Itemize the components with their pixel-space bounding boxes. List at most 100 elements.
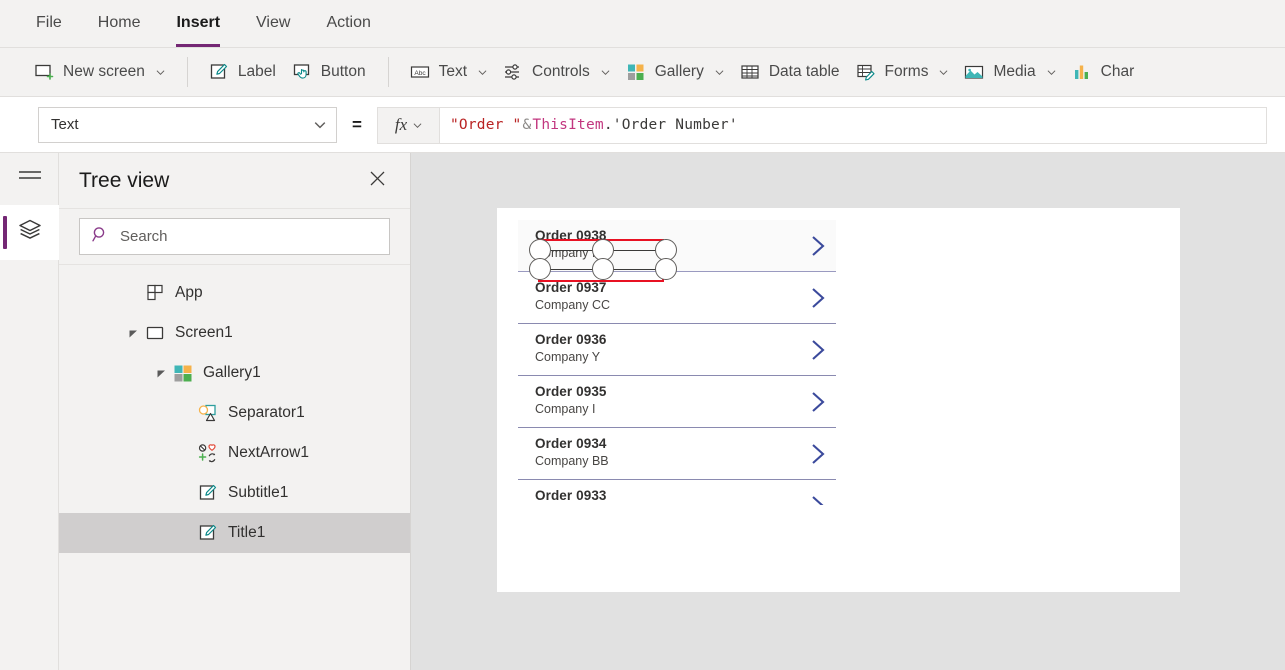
menu-tab-view[interactable]: View (256, 12, 290, 36)
equals-sign: = (352, 115, 362, 134)
hamburger-menu-icon (18, 169, 42, 190)
powerapps-studio-window: File Home Insert View Action New screen (0, 0, 1285, 670)
gallery-item-subtitle[interactable]: Company F (535, 245, 836, 261)
next-arrow-chevron-icon[interactable] (808, 338, 828, 362)
app-icon (145, 283, 165, 303)
tree-view-header: Tree view (59, 153, 410, 209)
new-screen-icon (34, 62, 54, 82)
next-arrow-chevron-icon[interactable] (808, 390, 828, 414)
label-button[interactable]: Label (201, 58, 284, 86)
gallery1-control[interactable]: Order 0938 Company F Order 0937 Company … (518, 220, 836, 560)
text-button[interactable]: Abc Text (402, 58, 495, 86)
fx-button[interactable]: fx (377, 106, 439, 144)
search-input[interactable]: Search (79, 218, 390, 255)
button-button[interactable]: Button (284, 58, 374, 86)
property-dropdown[interactable]: Text (38, 107, 337, 143)
menu-bar: File Home Insert View Action (0, 0, 1285, 48)
close-button[interactable] (364, 168, 390, 194)
button-label: Button (320, 63, 366, 80)
next-arrow-chevron-icon[interactable] (808, 286, 828, 310)
tree-item-screen1[interactable]: Screen1 (59, 313, 410, 353)
gallery-item-subtitle[interactable]: Company CC (535, 297, 836, 313)
forms-button[interactable]: Forms (848, 58, 957, 86)
gallery-item-title[interactable]: Order 0933 (535, 487, 836, 504)
tree-item-app[interactable]: App (59, 273, 410, 313)
gallery-button[interactable]: Gallery (618, 58, 732, 86)
gallery-item-title[interactable]: Order 0936 (535, 331, 836, 348)
tree-item-nextarrow1[interactable]: NextArrow1 (59, 433, 410, 473)
ribbon-group-controls: Abc Text Controls Gallery Data table For… (387, 48, 1157, 96)
data-table-icon (740, 62, 760, 82)
data-table-label: Data table (768, 63, 840, 80)
formula-input[interactable]: "Order " & ThisItem .'Order Number' (439, 106, 1267, 144)
tree-item-label: Title1 (228, 524, 266, 541)
new-screen-label: New screen (63, 63, 145, 80)
svg-text:Abc: Abc (414, 70, 426, 77)
gallery-item-subtitle[interactable]: Company I (535, 401, 836, 417)
expand-caret-icon[interactable] (155, 367, 167, 379)
next-arrow-icon (198, 443, 218, 463)
gallery-item-title[interactable]: Order 0938 (535, 227, 836, 244)
gallery-icon (173, 363, 193, 383)
next-arrow-chevron-icon[interactable] (808, 494, 828, 505)
new-screen-button[interactable]: New screen (26, 58, 173, 86)
search-icon (92, 226, 109, 248)
controls-button[interactable]: Controls (495, 58, 618, 86)
tree-item-subtitle1[interactable]: Subtitle1 (59, 473, 410, 513)
tree-view-title: Tree view (79, 168, 170, 192)
gallery-item[interactable]: Order 0936 Company Y (518, 324, 836, 376)
next-arrow-chevron-icon[interactable] (808, 234, 828, 258)
menu-tab-action[interactable]: Action (326, 12, 370, 36)
formula-token-thisitem: ThisItem (532, 117, 604, 133)
expand-caret-icon[interactable] (127, 327, 139, 339)
ribbon-group-screen: New screen (0, 48, 187, 96)
chevron-down-icon (601, 69, 610, 75)
next-arrow-chevron-icon[interactable] (808, 442, 828, 466)
label-edit-icon (198, 483, 218, 503)
tree-item-title1[interactable]: Title1 (59, 513, 410, 553)
media-label: Media (993, 63, 1036, 80)
chevron-down-icon (413, 122, 422, 128)
tree-item-gallery1[interactable]: Gallery1 (59, 353, 410, 393)
text-abc-icon: Abc (410, 62, 430, 82)
charts-icon (1072, 62, 1092, 82)
menu-tab-home[interactable]: Home (98, 12, 141, 36)
charts-button[interactable]: Char (1064, 58, 1143, 86)
media-image-icon (964, 62, 984, 82)
text-label: Text (438, 63, 468, 80)
hamburger-menu-button[interactable] (0, 153, 59, 205)
tree-item-label: App (175, 284, 203, 301)
gallery-item[interactable]: Order 0937 Company CC (518, 272, 836, 324)
gallery-item-title[interactable]: Order 0934 (535, 435, 836, 452)
separator-icon (198, 403, 218, 423)
formula-token-operator: & (522, 117, 532, 133)
gallery-item[interactable]: Order 0933 (518, 480, 836, 532)
formula-token-property: .'Order Number' (603, 117, 738, 133)
tree-item-label: NextArrow1 (228, 444, 309, 461)
gallery-item-title[interactable]: Order 0935 (535, 383, 836, 400)
gallery-item[interactable]: Order 0938 Company F (518, 220, 836, 272)
gallery-item-title[interactable]: Order 0937 (535, 279, 836, 296)
gallery-item[interactable]: Order 0934 Company BB (518, 428, 836, 480)
app-screen-canvas[interactable]: Order 0938 Company F Order 0937 Company … (497, 208, 1180, 592)
tree-item-label: Screen1 (175, 324, 233, 341)
close-icon (369, 170, 386, 192)
controls-sliders-icon (503, 62, 523, 82)
tree-search-container: Search (59, 209, 410, 265)
label-edit-icon (198, 523, 218, 543)
label-icon (209, 62, 229, 82)
gallery-item-subtitle[interactable]: Company BB (535, 453, 836, 469)
sidebar-item-tree-view[interactable] (0, 205, 59, 260)
controls-label: Controls (532, 63, 590, 80)
gallery-item[interactable]: Order 0935 Company I (518, 376, 836, 428)
tree-item-label: Separator1 (228, 404, 305, 421)
formula-token-string: "Order " (450, 117, 522, 133)
menu-tab-file[interactable]: File (36, 12, 62, 36)
gallery-item-subtitle[interactable]: Company Y (535, 349, 836, 365)
media-button[interactable]: Media (956, 58, 1063, 86)
tree-item-separator1[interactable]: Separator1 (59, 393, 410, 433)
data-table-button[interactable]: Data table (732, 58, 848, 86)
tree-item-label: Subtitle1 (228, 484, 289, 501)
chevron-down-icon (940, 69, 948, 75)
menu-tab-insert[interactable]: Insert (176, 12, 220, 47)
